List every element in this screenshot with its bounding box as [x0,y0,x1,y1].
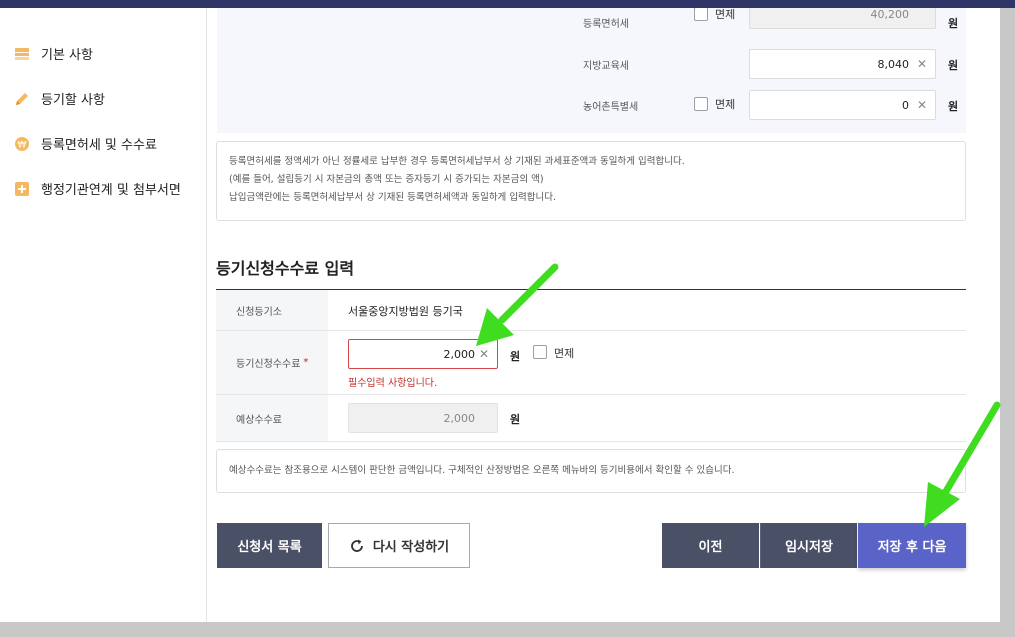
annotation-arrows [476,263,1001,527]
arrow-to-save-button [924,401,1001,527]
arrow-to-fee-input [476,263,559,346]
